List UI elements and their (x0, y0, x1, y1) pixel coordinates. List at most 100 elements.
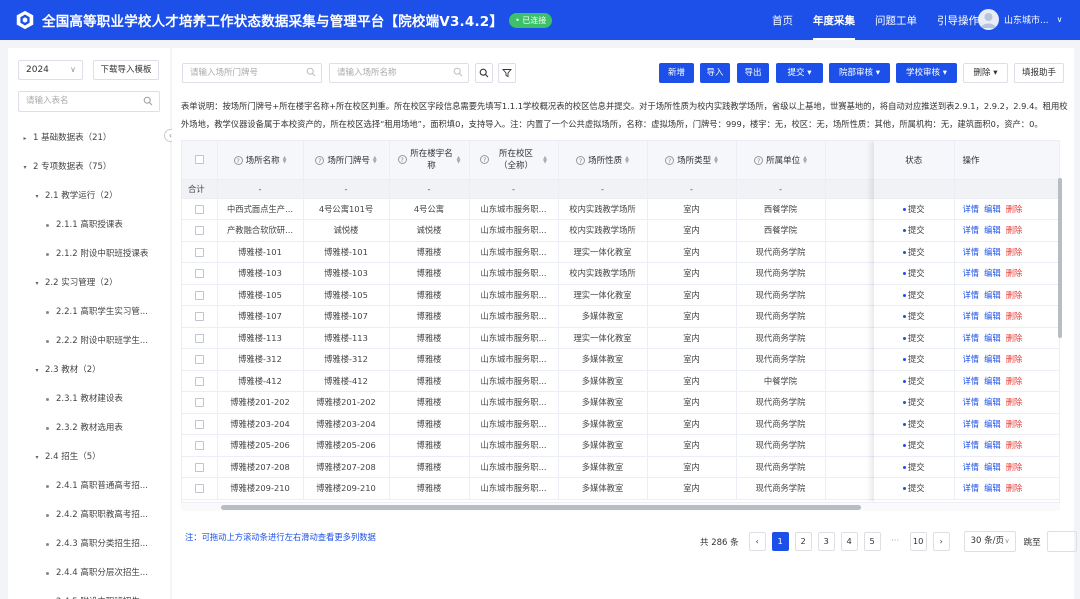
download-template-button[interactable]: 下载导入模板 (93, 60, 159, 80)
delete-link[interactable]: 删除 (1006, 290, 1023, 300)
delete-link[interactable]: 删除 (1006, 333, 1023, 343)
tree-item[interactable]: ▾ 2.3 教材（2） (8, 356, 170, 385)
delete-link[interactable]: 删除 (1006, 440, 1023, 450)
tree-item[interactable]: 2.3.1 教材建设表 (8, 385, 170, 414)
user-menu[interactable]: 山东城市... ∨ (978, 9, 1062, 30)
detail-link[interactable]: 详情 (963, 268, 980, 278)
help-icon[interactable]: ? (754, 155, 764, 165)
page-button[interactable]: 1 (771, 532, 789, 551)
sort-icon[interactable]: ▲▼ (283, 156, 287, 165)
detail-link[interactable]: 详情 (963, 290, 980, 300)
fill-assistant-button[interactable]: 填报助手 (1014, 63, 1064, 83)
nav-item-1[interactable]: 年度采集 (813, 0, 855, 40)
horizontal-scrollbar[interactable] (181, 503, 1060, 511)
detail-link[interactable]: 详情 (963, 440, 980, 450)
tree-item[interactable]: 2.1.2 附设中职班授课表 (8, 240, 170, 269)
tree-item[interactable]: 2.4.1 高职普通高考招... (8, 472, 170, 501)
row-checkbox-cell[interactable] (182, 262, 218, 285)
edit-link[interactable]: 编辑 (984, 440, 1001, 450)
row-checkbox[interactable] (194, 247, 204, 257)
delete-link[interactable]: 删除 (1006, 225, 1023, 235)
next-page-button[interactable]: › (932, 532, 950, 551)
page-button[interactable]: 2 (794, 532, 812, 551)
edit-link[interactable]: 编辑 (984, 354, 1001, 364)
sort-icon[interactable]: ▲▼ (625, 156, 629, 165)
tree-item[interactable]: ▾ 2.4 招生（5） (8, 443, 170, 472)
export-button[interactable]: 导出 (737, 63, 769, 83)
sort-icon[interactable]: ▲▼ (803, 156, 807, 165)
add-button[interactable]: 新增 (659, 63, 694, 83)
detail-link[interactable]: 详情 (963, 483, 980, 493)
column-header[interactable]: ? 所在校区（全称） ▲ ▼ (469, 141, 559, 180)
detail-link[interactable]: 详情 (963, 376, 980, 386)
tree-item[interactable]: ▾ 2.1 教学运行（2） (8, 182, 170, 211)
edit-link[interactable]: 编辑 (984, 247, 1001, 257)
detail-link[interactable]: 详情 (963, 311, 980, 321)
edit-link[interactable]: 编辑 (984, 483, 1001, 493)
edit-link[interactable]: 编辑 (984, 333, 1001, 343)
delete-link[interactable]: 删除 (1006, 354, 1023, 364)
delete-link[interactable]: 删除 (1006, 376, 1023, 386)
tree-item[interactable]: 2.4.2 高职职教高考招... (8, 501, 170, 530)
help-icon[interactable]: ? (233, 155, 243, 165)
delete-dropdown-button[interactable]: 删除 ▾ (963, 63, 1008, 83)
table-search-input[interactable]: 请输入表名 (18, 91, 160, 112)
tree-item[interactable]: ▸ 1 基础数据表（21） (8, 124, 170, 153)
page-button[interactable]: 3 (817, 532, 835, 551)
row-checkbox[interactable] (194, 376, 204, 386)
page-button[interactable]: 10 (909, 532, 927, 551)
tree-item[interactable]: ▾ 2 专项数据表（75） (8, 153, 170, 182)
edit-link[interactable]: 编辑 (984, 311, 1001, 321)
edit-link[interactable]: 编辑 (984, 376, 1001, 386)
page-button[interactable]: 5 (863, 532, 881, 551)
delete-link[interactable]: 删除 (1006, 268, 1023, 278)
row-checkbox[interactable] (194, 226, 204, 236)
detail-link[interactable]: 详情 (963, 247, 980, 257)
column-header[interactable]: ?所在楼宇名称 ▲ ▼ (389, 141, 470, 180)
filter-button[interactable] (498, 63, 516, 83)
tree-item[interactable]: 2.4.3 高职分类招生招... (8, 530, 170, 559)
import-button[interactable]: 导入 (700, 63, 730, 83)
scroll-thumb[interactable] (221, 505, 861, 510)
detail-link[interactable]: 详情 (963, 397, 980, 407)
column-header[interactable]: ? 所属单位 ▲ ▼ (736, 141, 826, 180)
vertical-scrollbar[interactable] (1058, 178, 1062, 338)
department-review-dropdown-button[interactable]: 院部审核 ▾ (829, 63, 890, 83)
column-header[interactable]: ? 场所性质 ▲ ▼ (558, 141, 648, 180)
row-checkbox[interactable] (194, 355, 204, 365)
column-header[interactable]: ? 场所类型 ▲ ▼ (647, 141, 737, 180)
school-review-dropdown-button[interactable]: 学校审核 ▾ (896, 63, 957, 83)
detail-link[interactable]: 详情 (963, 354, 980, 364)
row-checkbox[interactable] (194, 441, 204, 451)
detail-link[interactable]: 详情 (963, 225, 980, 235)
door-number-input[interactable]: 请输入场所门牌号 (182, 63, 322, 83)
row-checkbox[interactable] (194, 484, 204, 494)
submit-dropdown-button[interactable]: 提交 ▾ (776, 63, 823, 83)
page-size-select[interactable]: 30 条/页 ∨ (963, 531, 1016, 552)
goto-page-input[interactable] (1046, 531, 1077, 552)
edit-link[interactable]: 编辑 (984, 225, 1001, 235)
place-name-input[interactable]: 请输入场所名称 (329, 63, 469, 83)
help-icon[interactable]: ? (315, 155, 325, 165)
year-select[interactable]: 2024 ∨ (18, 60, 83, 80)
detail-link[interactable]: 详情 (963, 204, 980, 214)
select-all-checkbox[interactable] (194, 154, 204, 164)
row-checkbox-cell[interactable] (182, 434, 218, 457)
row-checkbox-cell[interactable] (182, 327, 218, 349)
help-icon[interactable]: ? (576, 155, 586, 165)
page-button[interactable]: 4 (840, 532, 858, 551)
row-checkbox[interactable] (194, 269, 204, 279)
search-button[interactable] (475, 63, 493, 83)
row-checkbox-cell[interactable] (182, 241, 218, 263)
edit-link[interactable]: 编辑 (984, 204, 1001, 214)
row-checkbox[interactable] (194, 333, 204, 343)
help-icon[interactable]: ? (665, 155, 675, 165)
tree-item[interactable]: 2.4.4 高职分层次招生... (8, 559, 170, 588)
nav-item-0[interactable]: 首页 (772, 0, 793, 40)
row-checkbox-cell[interactable] (182, 305, 218, 328)
page-ellipsis[interactable]: ··· (886, 532, 904, 551)
help-icon[interactable]: ? (397, 155, 407, 165)
select-all-checkbox-cell[interactable] (182, 141, 218, 180)
row-checkbox-cell[interactable] (182, 456, 218, 478)
edit-link[interactable]: 编辑 (984, 290, 1001, 300)
